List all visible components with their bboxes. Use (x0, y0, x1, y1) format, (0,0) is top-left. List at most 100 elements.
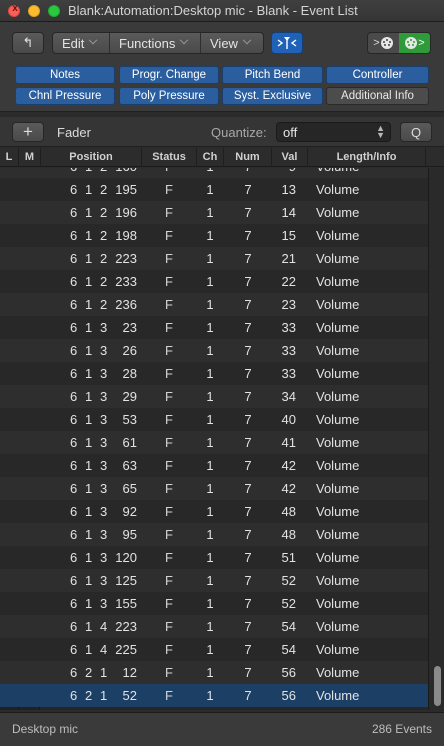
value-cell[interactable]: 42 (276, 477, 296, 500)
event-type-label[interactable]: Fader (57, 125, 91, 140)
position-tick[interactable]: 223 (103, 615, 137, 638)
position-bar[interactable]: 6 (70, 615, 82, 638)
status-cell[interactable]: F (163, 247, 175, 270)
value-cell[interactable]: 41 (276, 431, 296, 454)
status-cell[interactable]: F (163, 362, 175, 385)
status-cell[interactable]: F (163, 178, 175, 201)
position-bar[interactable]: 6 (70, 661, 82, 684)
scrollbar-thumb[interactable] (434, 666, 441, 706)
filter-notes-button[interactable]: Notes (15, 66, 115, 84)
number-cell[interactable]: 7 (238, 615, 258, 638)
number-cell[interactable]: 7 (238, 247, 258, 270)
position-bar[interactable]: 6 (70, 168, 82, 178)
position-bar[interactable]: 6 (70, 523, 82, 546)
table-row[interactable]: 6 1 3 92 F 1 7 48 Volume (0, 500, 428, 523)
number-cell[interactable]: 7 (238, 224, 258, 247)
position-bar[interactable]: 6 (70, 224, 82, 247)
position-beat[interactable]: 1 (85, 638, 97, 661)
number-cell[interactable]: 7 (238, 293, 258, 316)
channel-cell[interactable]: 1 (200, 385, 220, 408)
number-cell[interactable]: 7 (238, 684, 258, 707)
position-bar[interactable]: 6 (70, 408, 82, 431)
channel-cell[interactable]: 1 (200, 270, 220, 293)
add-event-button[interactable]: + (12, 122, 44, 142)
status-cell[interactable]: F (163, 569, 175, 592)
position-tick[interactable]: 61 (103, 431, 137, 454)
length-info-cell[interactable]: Volume (316, 293, 416, 316)
length-info-cell[interactable]: Volume (316, 247, 416, 270)
value-cell[interactable]: 48 (276, 500, 296, 523)
midi-out-button[interactable]: > (399, 33, 430, 53)
position-tick[interactable]: 52 (103, 684, 137, 707)
channel-cell[interactable]: 1 (200, 316, 220, 339)
status-cell[interactable]: F (163, 201, 175, 224)
channel-cell[interactable]: 1 (200, 362, 220, 385)
table-row[interactable]: 6 1 3 63 F 1 7 42 Volume (0, 454, 428, 477)
quantize-button[interactable]: Q (400, 122, 432, 142)
position-beat[interactable]: 1 (85, 454, 97, 477)
status-cell[interactable]: F (163, 385, 175, 408)
column-header-channel[interactable]: Ch (197, 148, 224, 167)
length-info-cell[interactable]: Volume (316, 201, 416, 224)
table-row[interactable]: 6 1 2 233 F 1 7 22 Volume (0, 270, 428, 293)
position-tick[interactable]: 125 (103, 569, 137, 592)
number-cell[interactable]: 7 (238, 638, 258, 661)
length-info-cell[interactable]: Volume (316, 431, 416, 454)
table-row[interactable]: 6 1 3 65 F 1 7 42 Volume (0, 477, 428, 500)
table-row[interactable]: 6 1 3 155 F 1 7 52 Volume (0, 592, 428, 615)
table-row[interactable]: 6 1 3 23 F 1 7 33 Volume (0, 316, 428, 339)
channel-cell[interactable]: 1 (200, 201, 220, 224)
value-cell[interactable]: 56 (276, 661, 296, 684)
zoom-window-button[interactable] (48, 5, 60, 17)
position-bar[interactable]: 6 (70, 569, 82, 592)
position-bar[interactable]: 6 (70, 684, 82, 707)
position-beat[interactable]: 1 (85, 270, 97, 293)
value-cell[interactable]: 42 (276, 454, 296, 477)
status-cell[interactable]: F (163, 168, 175, 178)
minimize-window-button[interactable] (28, 5, 40, 17)
length-info-cell[interactable]: Volume (316, 615, 416, 638)
number-cell[interactable]: 7 (238, 477, 258, 500)
length-info-cell[interactable]: Volume (316, 362, 416, 385)
table-row[interactable]: 6 2 1 52 F 1 7 56 Volume (0, 684, 428, 707)
status-cell[interactable]: F (163, 316, 175, 339)
length-info-cell[interactable]: Volume (316, 316, 416, 339)
number-cell[interactable]: 7 (238, 500, 258, 523)
position-beat[interactable]: 1 (85, 500, 97, 523)
position-beat[interactable]: 1 (85, 523, 97, 546)
position-tick[interactable]: 155 (103, 592, 137, 615)
position-beat[interactable]: 1 (85, 408, 97, 431)
filter-pitch-bend-button[interactable]: Pitch Bend (222, 66, 323, 84)
position-tick[interactable]: 160 (103, 168, 137, 178)
length-info-cell[interactable]: Volume (316, 339, 416, 362)
channel-cell[interactable]: 1 (200, 546, 220, 569)
value-cell[interactable]: 34 (276, 385, 296, 408)
number-cell[interactable]: 7 (238, 168, 258, 178)
position-beat[interactable]: 1 (85, 615, 97, 638)
table-row[interactable]: 6 1 3 125 F 1 7 52 Volume (0, 569, 428, 592)
column-header-val[interactable]: Val (272, 148, 308, 167)
position-tick[interactable]: 23 (103, 316, 137, 339)
channel-cell[interactable]: 1 (200, 224, 220, 247)
value-cell[interactable]: 48 (276, 523, 296, 546)
length-info-cell[interactable]: Volume (316, 178, 416, 201)
position-beat[interactable]: 1 (85, 592, 97, 615)
length-info-cell[interactable]: Volume (316, 385, 416, 408)
channel-cell[interactable]: 1 (200, 500, 220, 523)
position-bar[interactable]: 6 (70, 201, 82, 224)
status-cell[interactable]: F (163, 408, 175, 431)
column-header-position[interactable]: Position (41, 148, 142, 167)
hierarchy-up-button[interactable]: ↰ (12, 32, 44, 54)
event-list[interactable]: 612160F179Volume612195F1713Volume612196F… (0, 168, 428, 710)
position-tick[interactable]: 196 (103, 201, 137, 224)
length-info-cell[interactable]: Volume (316, 569, 416, 592)
position-tick[interactable]: 120 (103, 546, 137, 569)
value-cell[interactable]: 33 (276, 362, 296, 385)
catch-playhead-button[interactable] (271, 32, 303, 54)
position-tick[interactable]: 28 (103, 362, 137, 385)
position-tick[interactable]: 233 (103, 270, 137, 293)
position-beat[interactable]: 1 (85, 569, 97, 592)
table-row[interactable]: 6 1 2 196 F 1 7 14 Volume (0, 201, 428, 224)
status-cell[interactable]: F (163, 431, 175, 454)
status-cell[interactable]: F (163, 661, 175, 684)
